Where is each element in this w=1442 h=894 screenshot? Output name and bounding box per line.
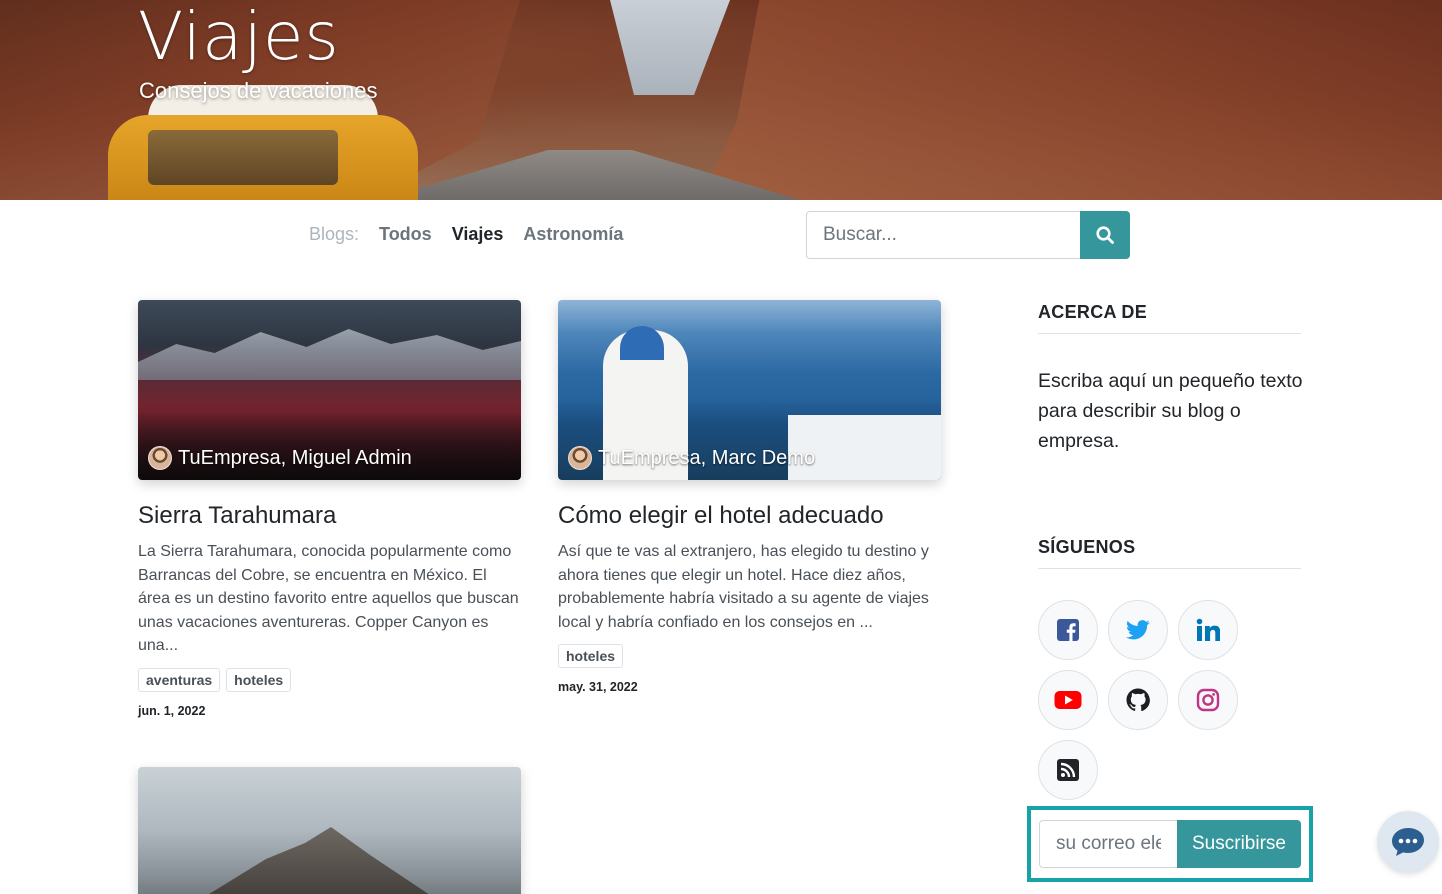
blog-title: Viajes — [138, 0, 340, 75]
hero-sky — [610, 0, 730, 95]
author-name: TuEmpresa, Marc Demo — [598, 446, 816, 469]
follow-title: SÍGUENOS — [1038, 537, 1301, 569]
subscribe-email-input[interactable] — [1039, 820, 1177, 868]
facebook-icon — [1057, 619, 1079, 641]
search-icon — [1096, 226, 1114, 244]
blog-post-card — [138, 767, 521, 894]
github-icon — [1126, 688, 1150, 712]
search-input[interactable] — [806, 211, 1080, 259]
author-avatar — [148, 446, 172, 470]
youtube-link[interactable] — [1038, 670, 1098, 730]
rss-icon — [1057, 759, 1079, 781]
blogs-nav-label: Blogs: — [309, 224, 360, 244]
author-name: TuEmpresa, Miguel Admin — [178, 446, 412, 469]
post-tags: hoteles — [558, 644, 941, 668]
post-teaser: La Sierra Tarahumara, conocida popularme… — [138, 543, 519, 654]
facebook-link[interactable] — [1038, 600, 1098, 660]
blog-post-card: TuEmpresa, Miguel Admin Sierra Tarahumar… — [138, 300, 521, 718]
blog-post-card: TuEmpresa, Marc Demo Cómo elegir el hote… — [558, 300, 941, 694]
twitter-icon — [1126, 620, 1150, 640]
post-author: TuEmpresa, Miguel Admin — [148, 446, 412, 470]
blogs-nav-item-todos[interactable]: Todos — [379, 224, 432, 245]
post-author: TuEmpresa, Marc Demo — [568, 446, 815, 470]
post-date: jun. 1, 2022 — [138, 703, 206, 718]
blogs-nav: Blogs: Todos Viajes Astronomía — [309, 224, 643, 245]
hero-rock-right — [700, 0, 1442, 200]
post-title[interactable]: Sierra Tarahumara — [138, 502, 521, 530]
instagram-icon — [1196, 688, 1220, 712]
post-title[interactable]: Cómo elegir el hotel adecuado — [558, 502, 941, 530]
linkedin-icon — [1196, 618, 1220, 641]
github-link[interactable] — [1108, 670, 1168, 730]
twitter-link[interactable] — [1108, 600, 1168, 660]
youtube-icon — [1054, 691, 1082, 709]
search-button[interactable] — [1080, 211, 1130, 259]
about-title: ACERCA DE — [1038, 302, 1301, 334]
instagram-link[interactable] — [1178, 670, 1238, 730]
post-tag[interactable]: aventuras — [138, 667, 221, 692]
post-date: may. 31, 2022 — [558, 680, 638, 694]
subscribe-button[interactable]: Suscribirse — [1177, 820, 1301, 868]
author-avatar — [568, 446, 592, 470]
search-bar — [806, 211, 1130, 259]
blogs-nav-item-astronomia[interactable]: Astronomía — [523, 224, 623, 245]
post-cover-image[interactable] — [138, 767, 521, 894]
live-chat-button[interactable] — [1377, 811, 1439, 873]
post-teaser: Así que te vas al extranjero, has elegid… — [558, 543, 929, 631]
linkedin-link[interactable] — [1178, 600, 1238, 660]
post-cover-image[interactable]: TuEmpresa, Miguel Admin — [138, 300, 521, 480]
blog-hero-banner: Viajes Consejos de vacaciones — [0, 0, 1442, 200]
post-tag[interactable]: hoteles — [558, 644, 624, 668]
blogs-nav-item-viajes[interactable]: Viajes — [452, 224, 504, 245]
blog-subtitle: Consejos de vacaciones — [139, 78, 378, 103]
about-text: Escriba aquí un pequeño texto para descr… — [1038, 370, 1303, 452]
post-tags: aventuras hoteles — [138, 667, 521, 692]
chat-bubble-icon — [1392, 828, 1424, 856]
rss-link[interactable] — [1038, 740, 1098, 800]
post-cover-image[interactable]: TuEmpresa, Marc Demo — [558, 300, 941, 480]
newsletter-subscribe: Suscribirse — [1027, 806, 1313, 882]
post-tag[interactable]: hoteles — [226, 667, 292, 692]
